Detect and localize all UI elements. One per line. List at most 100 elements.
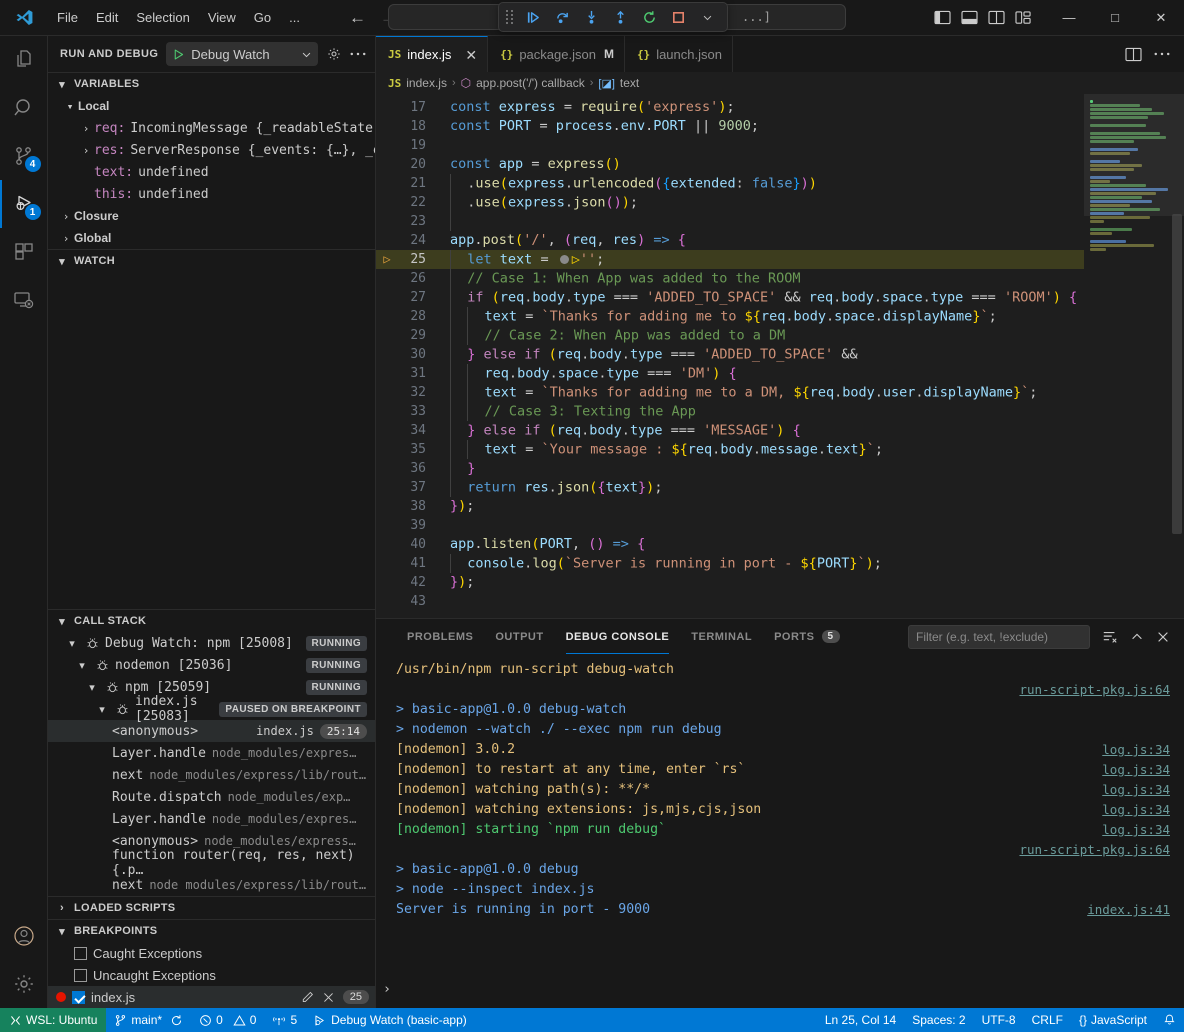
- callstack-session[interactable]: ▾ Debug Watch: npm [25008] RUNNING: [48, 632, 375, 654]
- close-panel-icon[interactable]: [1156, 630, 1170, 644]
- chevron-up-icon[interactable]: [1130, 630, 1144, 644]
- edit-breakpoint-icon[interactable]: [301, 991, 314, 1004]
- code-editor[interactable]: 17const express = require('express'); 18…: [376, 94, 1184, 618]
- minimap-slider[interactable]: [1084, 94, 1184, 216]
- breakpoint-dot-icon[interactable]: [56, 992, 66, 1002]
- activitybar-item-settings[interactable]: [0, 960, 48, 1008]
- checkbox[interactable]: [74, 947, 87, 960]
- scrollbar-thumb[interactable]: [1172, 214, 1182, 534]
- status-encoding[interactable]: UTF-8: [974, 1008, 1024, 1032]
- status-eol[interactable]: CRLF: [1024, 1008, 1071, 1032]
- tab-debug-console[interactable]: DEBUG CONSOLE: [555, 619, 681, 654]
- variable-row[interactable]: › req: IncomingMessage {_readableState: …: [48, 117, 375, 139]
- callstack-frame[interactable]: Layer.handle node_modules/expres…: [48, 742, 375, 764]
- callstack-session[interactable]: ▾ index.js [25083] PAUSED ON BREAKPOINT: [48, 698, 375, 720]
- remove-breakpoint-icon[interactable]: [322, 991, 335, 1004]
- close-icon[interactable]: ✕: [465, 48, 477, 62]
- activitybar-item-remote-explorer[interactable]: [0, 276, 48, 324]
- activitybar-item-extensions[interactable]: [0, 228, 48, 276]
- variable-row[interactable]: text: undefined: [48, 161, 375, 183]
- console-source[interactable]: run-script-pkg.js:64: [1019, 840, 1170, 860]
- more-actions-icon[interactable]: [1154, 51, 1170, 57]
- console-source[interactable]: log.js:34: [1102, 800, 1170, 820]
- split-editor-icon[interactable]: [1125, 47, 1142, 62]
- callstack-session[interactable]: ▾ nodemon [25036] RUNNING: [48, 654, 375, 676]
- console-source[interactable]: log.js:34: [1102, 760, 1170, 780]
- breadcrumb-item-function[interactable]: app.post('/') callback: [476, 76, 585, 90]
- scope-global[interactable]: › Global: [48, 227, 375, 249]
- tab-output[interactable]: OUTPUT: [484, 619, 554, 654]
- minimap[interactable]: [1084, 94, 1184, 618]
- console-source[interactable]: index.js:41: [1087, 900, 1170, 920]
- breakpoint-arrow-icon[interactable]: ▷: [376, 250, 398, 269]
- tab-problems[interactable]: PROBLEMS: [396, 619, 484, 654]
- toggle-secondary-sidebar-icon[interactable]: [988, 10, 1005, 25]
- activitybar-item-explorer[interactable]: [0, 36, 48, 84]
- tab-terminal[interactable]: TERMINAL: [680, 619, 763, 654]
- checkbox[interactable]: [72, 991, 85, 1004]
- chevron-down-icon[interactable]: [694, 5, 720, 29]
- variable-row[interactable]: › res: ServerResponse {_events: {…}, _ev…: [48, 139, 375, 161]
- activitybar-item-search[interactable]: [0, 84, 48, 132]
- menu-edit[interactable]: Edit: [87, 6, 127, 29]
- console-input-prompt-icon[interactable]: ›: [376, 980, 398, 1000]
- chevron-down-icon[interactable]: [301, 49, 312, 60]
- tab-launch-json[interactable]: {} launch.json: [625, 36, 733, 72]
- status-debug-session[interactable]: Debug Watch (basic-app): [305, 1008, 475, 1032]
- tab-package-json[interactable]: {} package.json M: [488, 36, 625, 72]
- watch-header[interactable]: ▾ WATCH: [48, 250, 375, 272]
- console-source[interactable]: log.js:34: [1102, 740, 1170, 760]
- debug-config-dropdown[interactable]: Debug Watch: [166, 42, 318, 66]
- status-ports[interactable]: 5: [264, 1008, 305, 1032]
- variables-header[interactable]: ▾ VARIABLES: [48, 73, 375, 95]
- console-source[interactable]: log.js:34: [1102, 820, 1170, 840]
- menu-go[interactable]: Go: [245, 6, 280, 29]
- menu-file[interactable]: File: [48, 6, 87, 29]
- menu-selection[interactable]: Selection: [127, 6, 198, 29]
- loaded-scripts-header[interactable]: › LOADED SCRIPTS: [48, 897, 375, 919]
- step-out-icon[interactable]: [607, 5, 633, 29]
- breakpoints-header[interactable]: ▾ BREAKPOINTS: [48, 920, 375, 942]
- activitybar-item-run-and-debug[interactable]: 1: [0, 180, 48, 228]
- status-cursor-position[interactable]: Ln 25, Col 14: [817, 1008, 904, 1032]
- status-branch[interactable]: main*: [106, 1008, 191, 1032]
- customize-layout-icon[interactable]: [1015, 10, 1032, 25]
- menu-more[interactable]: ...: [280, 6, 309, 29]
- callstack-frame[interactable]: Route.dispatch node_modules/exp…: [48, 786, 375, 808]
- breadcrumb-item-variable[interactable]: text: [620, 76, 639, 90]
- close-button[interactable]: ✕: [1138, 0, 1184, 36]
- console-source[interactable]: run-script-pkg.js:64: [1019, 680, 1170, 700]
- status-language-mode[interactable]: {} JavaScript: [1071, 1008, 1155, 1032]
- status-remote[interactable]: WSL: Ubuntu: [0, 1008, 106, 1032]
- callstack-header[interactable]: ▾ CALL STACK: [48, 610, 375, 632]
- status-notifications[interactable]: [1155, 1008, 1184, 1032]
- sync-icon[interactable]: [170, 1014, 183, 1027]
- clear-console-icon[interactable]: [1102, 629, 1118, 645]
- debug-console-output[interactable]: /usr/bin/npm run-script debug-watch run-…: [376, 654, 1184, 1008]
- sidebar-more-actions-icon[interactable]: [350, 51, 366, 57]
- toggle-panel-icon[interactable]: [961, 10, 978, 25]
- scope-local[interactable]: ▾ Local: [48, 95, 375, 117]
- toggle-primary-sidebar-icon[interactable]: [934, 10, 951, 25]
- editor-scrollbar[interactable]: [1170, 94, 1184, 618]
- step-over-icon[interactable]: [549, 5, 575, 29]
- start-debug-icon[interactable]: [172, 48, 185, 61]
- status-problems[interactable]: 0 0: [191, 1008, 264, 1032]
- minimize-button[interactable]: —: [1046, 0, 1092, 36]
- stop-icon[interactable]: [665, 5, 691, 29]
- code-lines[interactable]: 17const express = require('express'); 18…: [376, 94, 1084, 618]
- breadcrumb-item-file[interactable]: index.js: [406, 76, 447, 90]
- callstack-frame[interactable]: Layer.handle node_modules/expres…: [48, 808, 375, 830]
- breakpoint-uncaught-exceptions[interactable]: Uncaught Exceptions: [48, 964, 375, 986]
- step-into-icon[interactable]: [578, 5, 604, 29]
- variable-row[interactable]: this: undefined: [48, 183, 375, 205]
- maximize-button[interactable]: □: [1092, 0, 1138, 36]
- status-indentation[interactable]: Spaces: 2: [904, 1008, 973, 1032]
- breakpoint-caught-exceptions[interactable]: Caught Exceptions: [48, 942, 375, 964]
- back-arrow-icon[interactable]: ←: [349, 9, 366, 26]
- tab-index-js[interactable]: JS index.js ✕: [376, 36, 488, 72]
- activitybar-item-source-control[interactable]: 4: [0, 132, 48, 180]
- drag-handle-icon[interactable]: [506, 10, 514, 24]
- callstack-frame[interactable]: next node_modules/express/lib/rout…: [48, 764, 375, 786]
- callstack-frame[interactable]: next node modules/express/lib/rout…: [48, 874, 375, 896]
